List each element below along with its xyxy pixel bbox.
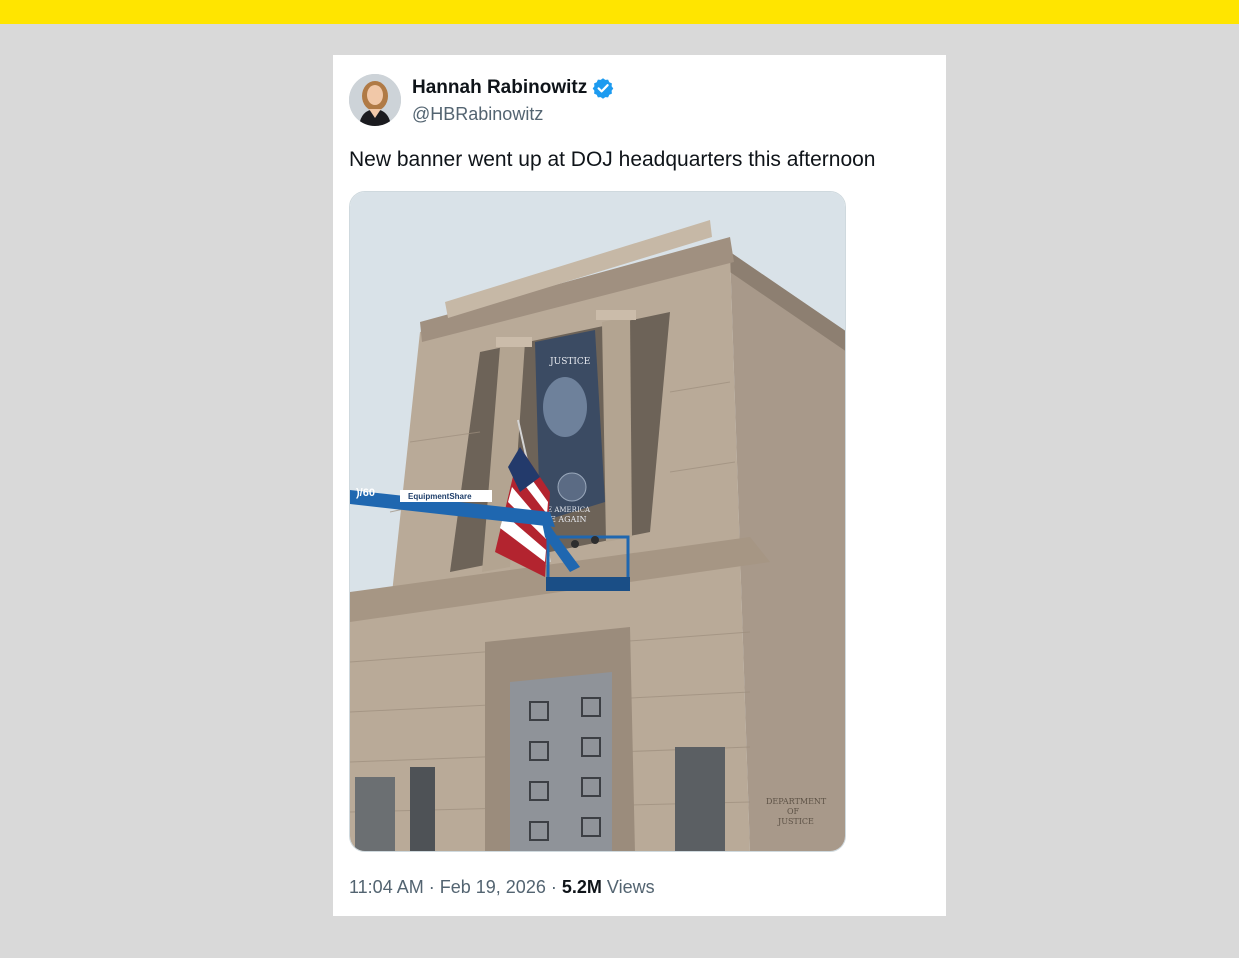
tweet-date[interactable]: Feb 19, 2026 (440, 877, 546, 897)
author-avatar[interactable] (349, 74, 401, 126)
lift-brand-label: EquipmentShare (408, 492, 472, 501)
banner-slogan-1: E AMERICA (547, 506, 591, 514)
views-count[interactable]: 5.2M (562, 877, 602, 897)
doj-building-photo: JUSTICE E AMERICA E AGAIN DEPARTMENT OF … (350, 192, 845, 851)
banner-slogan-2: E AGAIN (550, 515, 587, 524)
tweet-time[interactable]: 11:04 AM (349, 877, 424, 897)
author-name[interactable]: Hannah Rabinowitz (412, 76, 587, 100)
tweet-card: Hannah Rabinowitz @HBRabinowitz New bann… (333, 55, 946, 916)
engraving-line-3: JUSTICE (777, 817, 814, 826)
avatar-image (349, 74, 401, 126)
views-label: Views (606, 877, 655, 897)
author-handle[interactable]: @HBRabinowitz (412, 103, 543, 125)
tweet-metadata: 11:04 AM · Feb 19, 2026 · 5.2M Views (349, 875, 655, 899)
banner-title: JUSTICE (549, 357, 590, 367)
tweet-text: New banner went up at DOJ headquarters t… (349, 148, 876, 171)
tweet-photo[interactable]: JUSTICE E AMERICA E AGAIN DEPARTMENT OF … (349, 191, 846, 852)
meta-separator: · (550, 877, 557, 897)
meta-separator: · (428, 877, 435, 897)
verified-badge-icon[interactable] (592, 77, 614, 99)
lift-model-label: )/60 (356, 487, 375, 499)
engraving-line-2: OF (787, 807, 800, 816)
author-name-row: Hannah Rabinowitz (412, 76, 614, 100)
top-accent-bar (0, 0, 1239, 24)
engraving-line-1: DEPARTMENT (766, 797, 827, 806)
